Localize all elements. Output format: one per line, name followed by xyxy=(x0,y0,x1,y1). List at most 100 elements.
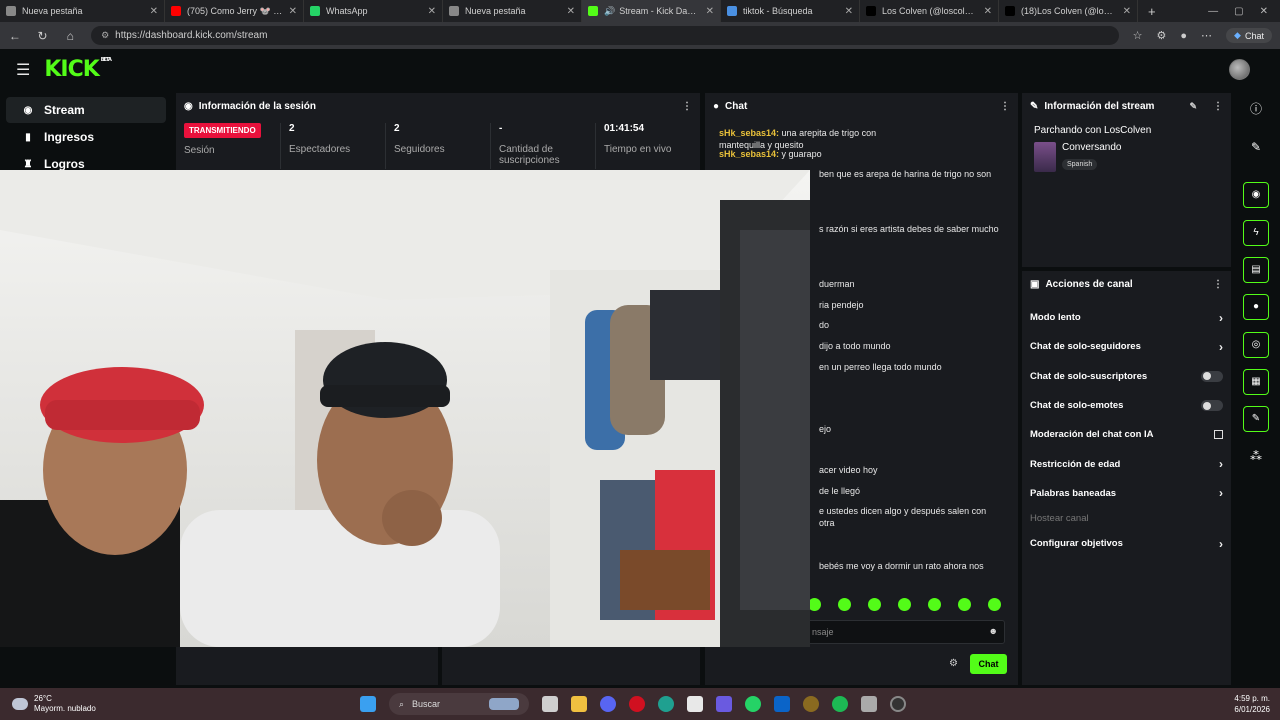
emote-icon[interactable] xyxy=(868,598,881,611)
channel-action-item[interactable]: Moderación del chat con IA xyxy=(1022,420,1231,449)
taskbar-search[interactable]: ⌕ Buscar xyxy=(389,693,529,715)
url-input[interactable]: ⚙ https://dashboard.kick.com/stream xyxy=(91,26,1119,45)
extensions-icon[interactable]: ⚙ xyxy=(1157,29,1167,42)
channel-action-item[interactable]: Chat de solo-emotes xyxy=(1022,391,1231,420)
tab-close-icon[interactable]: ✕ xyxy=(984,6,992,17)
microphone-icon[interactable] xyxy=(861,696,877,712)
external-link-icon[interactable] xyxy=(1214,430,1223,440)
more-options-icon[interactable]: ⋮ xyxy=(1213,279,1223,290)
system-clock[interactable]: 4:59 p. m. 6/01/2026 xyxy=(1234,693,1280,715)
browser-tab[interactable]: Los Colven (@loscolven) es ✕ xyxy=(860,0,999,22)
home-icon[interactable]: ⌂ xyxy=(63,29,77,43)
chevron-right-icon[interactable]: › xyxy=(1219,340,1223,354)
channel-action-item[interactable]: Restricción de edad › xyxy=(1022,449,1231,478)
channel-action-item[interactable]: Chat de solo-seguidores › xyxy=(1022,332,1231,361)
minimize-icon[interactable]: — xyxy=(1208,6,1218,17)
obs-icon[interactable] xyxy=(890,696,906,712)
task-view-icon[interactable] xyxy=(542,696,558,712)
edit-icon[interactable]: ✎ xyxy=(1189,101,1197,112)
sidebar-item-ingresos[interactable]: ▮ Ingresos xyxy=(6,124,166,150)
more-options-icon[interactable]: ⋮ xyxy=(682,101,692,112)
chat-bubble-icon[interactable]: ● xyxy=(1243,294,1269,320)
emoji-icon[interactable]: ☻ xyxy=(989,626,998,636)
send-chat-button[interactable]: Chat xyxy=(970,654,1007,674)
reload-icon[interactable]: ↻ xyxy=(36,29,50,43)
channel-action-item[interactable]: Modo lento › xyxy=(1022,303,1231,332)
chevron-right-icon[interactable]: › xyxy=(1219,537,1223,551)
tab-close-icon[interactable]: ✕ xyxy=(289,6,297,17)
kick-logo[interactable]: KICK BETA xyxy=(44,57,112,82)
profile-icon[interactable]: ● xyxy=(1180,30,1187,42)
channel-action-item[interactable]: Palabras baneadas › xyxy=(1022,479,1231,508)
browser-tab[interactable]: (18)Los Colven (@loscolven ✕ xyxy=(999,0,1138,22)
tab-close-icon[interactable]: ✕ xyxy=(150,6,158,17)
tab-close-icon[interactable]: ✕ xyxy=(428,6,436,17)
tab-close-icon[interactable]: ✕ xyxy=(567,6,575,17)
lightning-icon[interactable]: ϟ xyxy=(1243,220,1269,246)
chat-settings-icon[interactable]: ⚙ xyxy=(949,658,958,669)
browser-tab[interactable]: 🔊 Stream - Kick Dashboa ✕ xyxy=(582,0,721,22)
emote-icon[interactable] xyxy=(988,598,1001,611)
chat-username[interactable]: sHk_sebas14: xyxy=(719,128,779,138)
tab-close-icon[interactable]: ✕ xyxy=(1123,6,1131,17)
edge-icon[interactable] xyxy=(658,696,674,712)
broadcast-icon[interactable]: ◎ xyxy=(1243,332,1269,358)
pencil-icon[interactable]: ✎ xyxy=(1243,134,1269,160)
share-icon[interactable]: ⁂ xyxy=(1243,443,1269,469)
layout-icon[interactable]: ▦ xyxy=(1243,369,1269,395)
tab-close-icon[interactable]: ✕ xyxy=(706,6,714,17)
browser-tab[interactable]: WhatsApp ✕ xyxy=(304,0,443,22)
more-options-icon[interactable]: ⋮ xyxy=(1213,101,1223,112)
store-icon[interactable] xyxy=(687,696,703,712)
whatsapp-icon[interactable] xyxy=(745,696,761,712)
sidebar-item-stream[interactable]: ◉ Stream xyxy=(6,97,166,123)
user-avatar[interactable] xyxy=(1229,59,1250,80)
sidebar-item-label: Ingresos xyxy=(44,130,95,144)
toggle-switch[interactable] xyxy=(1201,370,1223,382)
browser-tab[interactable]: Nueva pestaña ✕ xyxy=(0,0,165,22)
chevron-right-icon[interactable]: › xyxy=(1219,311,1223,325)
stat-label: Tiempo en vivo xyxy=(604,144,672,155)
chat-input-placeholder: nsaje xyxy=(812,627,834,637)
browser-chat-button[interactable]: ◆ Chat xyxy=(1226,28,1272,43)
channel-action-item[interactable]: Configurar objetivos › xyxy=(1022,529,1231,558)
chat-message-input[interactable]: nsaje ☻ xyxy=(805,620,1005,644)
browser-tab[interactable]: tiktok - Búsqueda ✕ xyxy=(721,0,860,22)
chat-username[interactable]: sHk_sebas14: xyxy=(719,149,779,159)
camera-icon[interactable]: ◉ xyxy=(1243,182,1269,208)
tab-close-icon[interactable]: ✕ xyxy=(845,6,853,17)
browser-tab[interactable]: (705) Como Jerry 🐭 (Video ✕ xyxy=(165,0,304,22)
menu-icon[interactable]: ⋯ xyxy=(1201,29,1212,42)
emote-icon[interactable] xyxy=(928,598,941,611)
opera-icon[interactable] xyxy=(629,696,645,712)
emote-icon[interactable] xyxy=(958,598,971,611)
emote-icon[interactable] xyxy=(898,598,911,611)
chevron-right-icon[interactable]: › xyxy=(1219,457,1223,471)
app-icon[interactable] xyxy=(803,696,819,712)
outlook-icon[interactable] xyxy=(774,696,790,712)
wrench-icon[interactable]: ✎ xyxy=(1243,406,1269,432)
back-icon[interactable]: ← xyxy=(8,29,22,43)
tab-audio-icon[interactable]: 🔊 xyxy=(604,6,615,17)
hamburger-menu-icon[interactable]: ☰ xyxy=(16,60,30,80)
file-explorer-icon[interactable] xyxy=(571,696,587,712)
channel-action-item[interactable]: Chat de solo-suscriptores xyxy=(1022,362,1231,391)
bar-chart-icon: ▮ xyxy=(25,131,31,143)
copilot-icon[interactable] xyxy=(716,696,732,712)
weather-widget[interactable]: 26°C Mayorm. nublado xyxy=(0,694,360,714)
browser-tab[interactable]: Nueva pestaña ✕ xyxy=(443,0,582,22)
more-options-icon[interactable]: ⋮ xyxy=(1000,101,1010,112)
close-window-icon[interactable]: ✕ xyxy=(1260,6,1268,17)
document-icon[interactable]: ▤ xyxy=(1243,257,1269,283)
new-tab-icon[interactable]: + xyxy=(1138,4,1166,19)
toggle-switch[interactable] xyxy=(1201,400,1223,412)
windows-start-icon[interactable] xyxy=(360,696,376,712)
spotify-icon[interactable] xyxy=(832,696,848,712)
favorite-icon[interactable]: ☆ xyxy=(1133,29,1143,42)
info-icon[interactable]: ⓘ xyxy=(1243,96,1269,122)
emote-icon[interactable] xyxy=(838,598,851,611)
maximize-icon[interactable]: ▢ xyxy=(1234,6,1243,17)
site-info-icon[interactable]: ⚙ xyxy=(101,30,109,41)
chevron-right-icon[interactable]: › xyxy=(1219,486,1223,500)
discord-icon[interactable] xyxy=(600,696,616,712)
